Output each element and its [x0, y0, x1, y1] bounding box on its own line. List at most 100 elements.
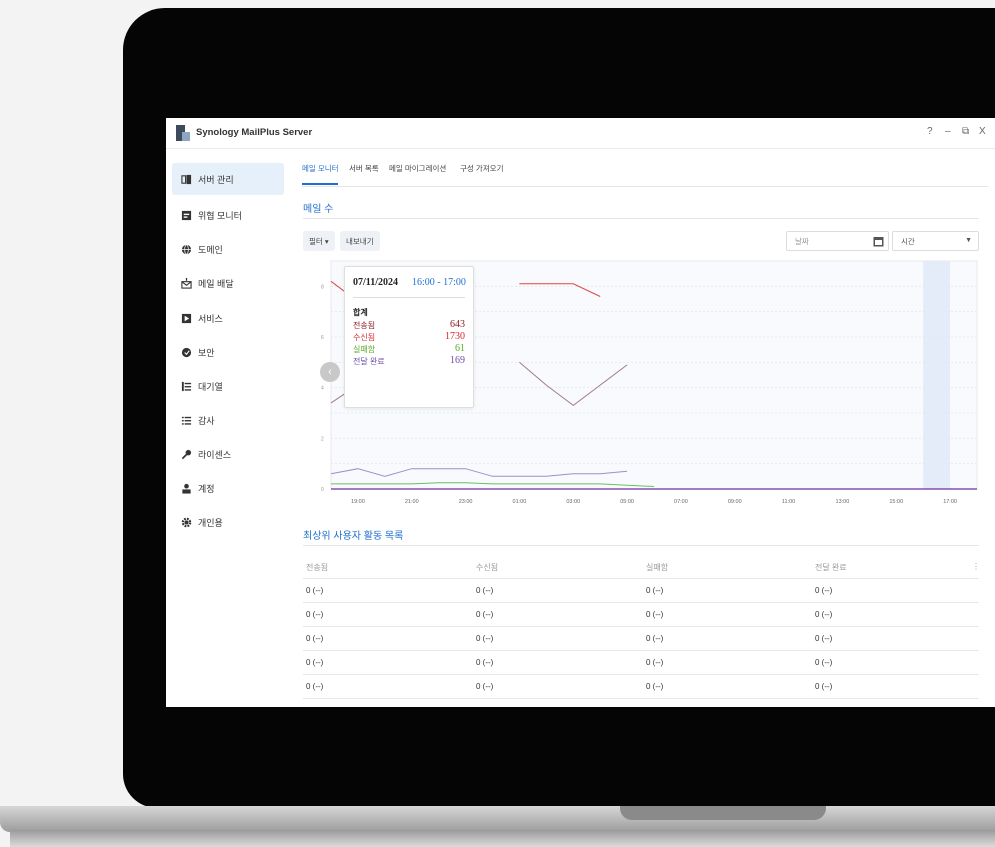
section-divider [303, 545, 979, 546]
sidebar-item-label: 대기열 [198, 381, 223, 392]
column-header-received[interactable]: 수신됨 [476, 562, 498, 573]
y-tick-label: 6 [321, 335, 324, 341]
tooltip-row-label: 전달 완료 [353, 357, 385, 366]
restore-button[interactable]: ⧉ [962, 126, 969, 137]
tab-import-config[interactable]: 구성 가져오기 [460, 163, 503, 174]
table-cell: 0 (--) [306, 682, 324, 691]
table-row: 0 (--) 0 (--) 0 (--) 0 (--) [303, 579, 979, 603]
table-cell: 0 (--) [815, 610, 833, 619]
tab-bar: 메일 모니터 서버 목록 메일 마이그레이션 구성 가져오기 [302, 149, 988, 187]
sidebar-item-account[interactable]: 계정 [172, 472, 284, 504]
tab-server-list[interactable]: 서버 목록 [349, 163, 379, 174]
sidebar-item-queue[interactable]: 대기열 [172, 370, 284, 402]
close-button[interactable]: X [979, 126, 986, 137]
laptop-foot [10, 830, 995, 847]
table-cell: 0 (--) [476, 658, 494, 667]
sidebar-item-server-management[interactable]: 서버 관리 [172, 163, 284, 195]
table-cell: 0 (--) [476, 610, 494, 619]
sidebar-item-label: 보안 [198, 347, 215, 358]
export-button[interactable]: 내보내기 [340, 231, 380, 251]
x-tick-label: 23:00 [459, 499, 473, 505]
shield-icon [180, 346, 192, 358]
table-cell: 0 (--) [646, 586, 664, 595]
table-cell: 0 (--) [476, 586, 494, 595]
server-icon [180, 173, 192, 185]
tooltip-time: 16:00 - 17:00 [412, 277, 466, 288]
x-tick-label: 17:00 [943, 499, 957, 505]
mail-count-title: 메일 수 [303, 204, 334, 215]
tab-mail-monitor[interactable]: 메일 모니터 [302, 163, 339, 174]
sidebar-item-audit[interactable]: 감사 [172, 404, 284, 436]
sidebar-item-service[interactable]: 서비스 [172, 302, 284, 334]
tab-mail-migration[interactable]: 메일 마이그레이션 [389, 163, 446, 174]
sidebar-item-label: 위협 모니터 [198, 210, 242, 221]
tooltip-row-label: 수신됨 [353, 333, 376, 342]
x-tick-label: 07:00 [674, 499, 688, 505]
monitor-icon [180, 209, 192, 221]
table-cell: 0 (--) [646, 658, 664, 667]
table-cell: 0 (--) [815, 634, 833, 643]
chevron-down-icon: ▼ [965, 237, 972, 244]
date-placeholder: 날짜 [795, 236, 809, 246]
chart-tooltip: 07/11/2024 16:00 - 17:00 합계 전송됨 643 수신됨 … [344, 266, 474, 408]
y-tick-label: 2 [321, 436, 324, 442]
column-header-sent[interactable]: 전송됨 [306, 562, 328, 573]
sidebar-item-label: 계정 [198, 483, 215, 494]
sidebar-item-mail-delivery[interactable]: 메일 배달 [172, 267, 284, 299]
sidebar-item-label: 라이센스 [198, 449, 232, 460]
sidebar-item-label: 서비스 [198, 313, 223, 324]
queue-icon [180, 380, 192, 392]
column-header-delivered[interactable]: 전달 완료 [815, 562, 847, 573]
x-tick-label: 01:00 [513, 499, 527, 505]
time-select[interactable]: 시간 ▼ [892, 231, 979, 251]
sidebar-item-label: 메일 배달 [198, 278, 234, 289]
highlight-band [923, 261, 951, 489]
table-cell: 0 (--) [306, 658, 324, 667]
table-cell: 0 (--) [646, 610, 664, 619]
top-users-title: 최상위 사용자 활동 목록 [303, 531, 404, 542]
tooltip-date: 07/11/2024 [353, 277, 399, 288]
tooltip-row-value: 169 [450, 355, 465, 366]
table-cell: 0 (--) [306, 610, 324, 619]
key-icon [180, 448, 192, 460]
table-cell: 0 (--) [815, 586, 833, 595]
account-icon [180, 482, 192, 494]
sidebar-item-label: 서버 관리 [198, 174, 234, 185]
table-cell: 0 (--) [306, 586, 324, 595]
x-tick-label: 13:00 [836, 499, 850, 505]
sidebar-item-personal[interactable]: 개인용 [172, 506, 284, 538]
help-button[interactable]: ? [927, 126, 933, 137]
table-cell: 0 (--) [815, 682, 833, 691]
active-tab-indicator [302, 183, 338, 185]
table-cell: 0 (--) [646, 682, 664, 691]
column-menu-icon[interactable]: ⋮ [972, 562, 980, 571]
sidebar-item-domain[interactable]: 도메인 [172, 233, 284, 265]
tooltip-row-value: 1730 [445, 331, 465, 342]
minimize-button[interactable]: – [945, 126, 951, 137]
time-placeholder: 시간 [901, 236, 915, 246]
table-row: 0 (--) 0 (--) 0 (--) 0 (--) [303, 651, 979, 675]
filter-button[interactable]: 필터 ▾ [303, 231, 335, 251]
laptop-base [0, 806, 995, 832]
table-cell: 0 (--) [646, 634, 664, 643]
sidebar-item-label: 개인용 [198, 517, 223, 528]
app-window: Synology MailPlus Server ? – ⧉ X 서버 관리 위… [166, 118, 995, 707]
date-field[interactable]: 날짜 [786, 231, 889, 251]
column-header-failed[interactable]: 실패함 [646, 562, 668, 573]
x-tick-label: 15:00 [889, 499, 903, 505]
sidebar-item-threat-monitor[interactable]: 위협 모니터 [172, 199, 284, 231]
mail-delivery-icon [180, 277, 192, 289]
tooltip-row-label: 실패함 [353, 345, 376, 354]
table-cell: 0 (--) [306, 634, 324, 643]
chart-prev-button[interactable]: ‹ [320, 362, 340, 382]
sidebar-item-license[interactable]: 라이센스 [172, 438, 284, 470]
x-tick-label: 03:00 [566, 499, 580, 505]
table-row: 0 (--) 0 (--) 0 (--) 0 (--) [303, 675, 979, 699]
calendar-icon[interactable] [873, 236, 884, 247]
sidebar-item-label: 감사 [198, 415, 215, 426]
audit-icon [180, 414, 192, 426]
title-bar: Synology MailPlus Server ? – ⧉ X [166, 118, 995, 149]
sidebar-item-security[interactable]: 보안 [172, 336, 284, 368]
table-cell: 0 (--) [476, 682, 494, 691]
section-divider [303, 218, 979, 219]
